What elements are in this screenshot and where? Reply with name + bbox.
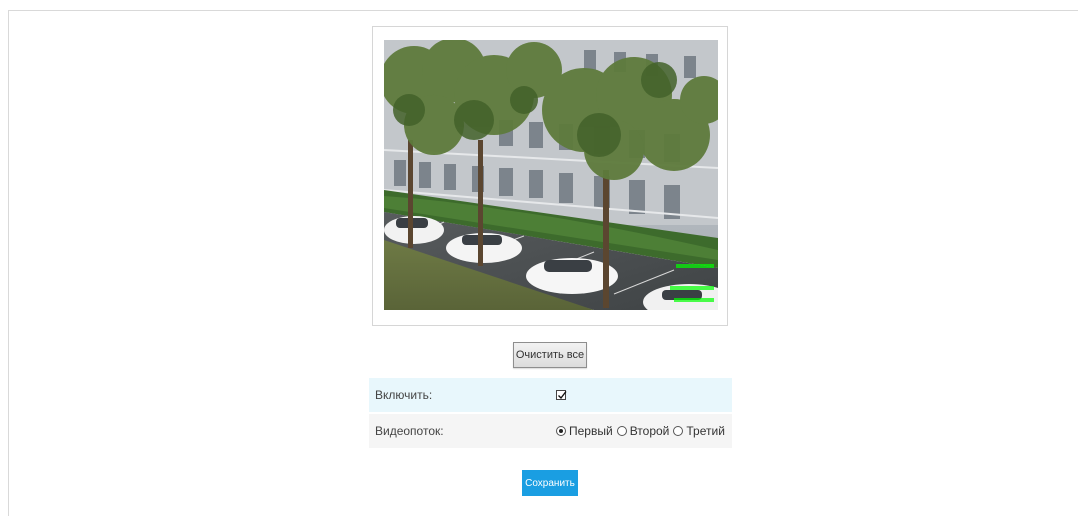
clear-all-button[interactable]: Очистить все — [513, 342, 587, 368]
stream-label: Видеопоток: — [375, 424, 444, 438]
save-button[interactable]: Сохранить — [522, 470, 578, 496]
stream-radio-third[interactable] — [673, 426, 684, 436]
stream-row: Видеопоток: Первый Второй Третий — [369, 414, 732, 448]
stream-radio-first[interactable] — [556, 426, 566, 436]
settings-table: Включить: Видеопоток: Первый Второй Трет… — [369, 378, 732, 448]
camera-preview-image[interactable] — [384, 40, 718, 310]
enable-value — [556, 390, 567, 400]
top-divider — [8, 10, 1078, 11]
stream-option-third-label: Третий — [686, 424, 725, 438]
camera-preview-frame — [372, 26, 728, 326]
stream-radio-second[interactable] — [616, 426, 627, 436]
left-divider — [8, 10, 9, 516]
enable-row: Включить: — [369, 378, 732, 412]
stream-option-second-label: Второй — [629, 424, 670, 438]
enable-checkbox[interactable] — [556, 390, 567, 400]
enable-label: Включить: — [375, 388, 433, 402]
checkmark-icon — [558, 391, 567, 400]
stream-option-first-label: Первый — [569, 424, 613, 438]
stream-radio-group: Первый Второй Третий — [556, 424, 726, 438]
